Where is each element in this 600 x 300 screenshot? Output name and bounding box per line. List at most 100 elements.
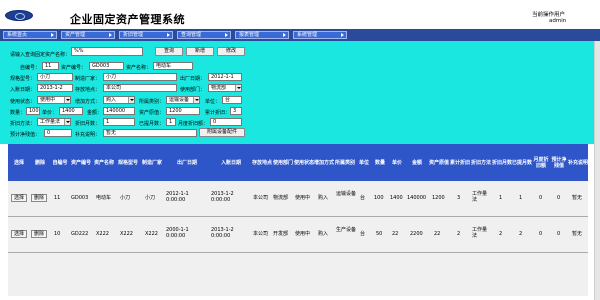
price-label: 单价：: [42, 110, 58, 116]
col-header-select: 选择: [13, 159, 24, 166]
nav-tab-query[interactable]: 查询管理: [177, 31, 231, 39]
cell-location: 本公司: [253, 231, 269, 237]
cell-asset-no: GD222: [71, 231, 89, 237]
chevron-down-icon: [235, 85, 241, 91]
col-header-status: 使用状态: [294, 159, 315, 166]
accum-label: 累计折旧：: [205, 110, 231, 116]
search-input[interactable]: %%: [71, 47, 143, 56]
col-header-maker: 制造厂家: [141, 159, 162, 166]
attach-button[interactable]: 附属设备配件: [199, 128, 245, 137]
arrow-right-icon: [167, 33, 170, 37]
dep-months-field[interactable]: 1: [103, 118, 135, 126]
table-row: 选择 删除 10 GD222 X222 X222 X222 2000-1-1 0…: [8, 217, 588, 252]
cell-id: 11: [54, 195, 61, 201]
nav-bar: 系统首页 资产管理 折旧管理 查询管理 报表管理 系统管理: [0, 29, 600, 41]
col-header-location: 存放地点: [252, 159, 273, 166]
col-header-orig: 资产原值: [428, 159, 449, 166]
cell-monthly-dep: 0: [539, 195, 543, 201]
arrow-right-icon: [341, 33, 344, 37]
chevron-down-icon: [64, 97, 70, 103]
col-header-amount: 金额: [411, 159, 422, 166]
used-months-field[interactable]: 1: [166, 118, 176, 126]
col-header-price: 单价: [391, 159, 402, 166]
spec-field[interactable]: 小刀: [37, 73, 73, 81]
new-button[interactable]: 新增: [186, 47, 214, 56]
monthly-dep-field[interactable]: 0: [210, 118, 242, 126]
orig-field[interactable]: 1200: [166, 107, 200, 115]
cell-account-date: 2013-1-2 0:00:00: [211, 191, 234, 203]
nav-tab-system[interactable]: 系统管理: [293, 31, 347, 39]
auto-no-field[interactable]: 11: [42, 62, 59, 70]
qty-field[interactable]: 100: [26, 107, 40, 115]
account-date-field[interactable]: 2013-1-2: [37, 84, 73, 92]
asset-no-field[interactable]: GD003: [89, 62, 124, 70]
cell-maker: 小刀: [145, 195, 156, 201]
price-field[interactable]: 1400: [59, 107, 83, 115]
note-field[interactable]: 暂无: [103, 129, 197, 137]
delete-button[interactable]: 删除: [31, 230, 47, 238]
cell-dep-method: 工作量法: [472, 227, 488, 239]
cell-used-months: 2: [519, 231, 523, 237]
col-header-asset-name: 资产名称: [93, 159, 114, 166]
category-select[interactable]: 运输设备: [166, 96, 200, 104]
chevron-down-icon: [193, 97, 199, 103]
location-field[interactable]: 本公司: [103, 84, 177, 92]
arrow-right-icon: [109, 33, 112, 37]
nav-tab-home[interactable]: 系统首页: [3, 31, 57, 39]
nav-tab-assets[interactable]: 资产管理: [61, 31, 115, 39]
cell-orig: 22: [434, 231, 441, 237]
select-button[interactable]: 选择: [11, 230, 27, 238]
cell-amount: 2200: [410, 231, 423, 237]
col-header-used-months: 已提月数: [512, 159, 533, 166]
add-method-select[interactable]: 购入: [103, 96, 135, 104]
unit-field[interactable]: 台: [222, 96, 242, 104]
col-header-factory-date: 出厂日期: [176, 159, 197, 166]
col-header-accum: 累计折旧: [450, 159, 471, 166]
col-header-monthly-dep: 月度折旧额: [533, 156, 549, 169]
cell-spec: 小刀: [120, 195, 131, 201]
used-months-label: 已提月数：: [139, 121, 165, 127]
dep-method-select[interactable]: 工作量法: [37, 118, 71, 126]
edit-button[interactable]: 修改: [217, 47, 245, 56]
asset-name-field[interactable]: 电动车: [153, 62, 193, 70]
factory-date-field[interactable]: 2012-1-1: [208, 73, 242, 81]
delete-button[interactable]: 删除: [31, 194, 47, 202]
orig-label: 资产原值：: [139, 110, 165, 116]
col-header-note: 补充说明: [568, 159, 589, 166]
row-divider: [8, 252, 588, 253]
cell-factory-date: 2012-1-1 0:00:00: [166, 191, 189, 203]
cell-category: 运输设备: [336, 191, 357, 197]
location-label: 存放地点：: [75, 87, 101, 93]
nav-tab-depreciation[interactable]: 折旧管理: [119, 31, 173, 39]
accum-field[interactable]: 3: [230, 107, 242, 115]
cell-spec: X222: [120, 231, 133, 237]
select-button[interactable]: 选择: [11, 194, 27, 202]
vertical-scrollbar[interactable]: [594, 41, 600, 300]
dept-select[interactable]: 物流部: [208, 84, 242, 92]
residual-label: 预计净残值：: [10, 132, 41, 138]
amount-label: 金额：: [87, 110, 103, 116]
cell-price: 1400: [390, 195, 403, 201]
spec-label: 规格型号：: [10, 76, 36, 82]
col-header-spec: 规格型号: [117, 159, 138, 166]
arrow-right-icon: [225, 33, 228, 37]
amount-field[interactable]: 140000: [103, 107, 135, 115]
current-user-label: 当前操作用户: [532, 12, 566, 18]
maker-field[interactable]: 小刀: [103, 73, 177, 81]
nav-tab-reports[interactable]: 报表管理: [235, 31, 289, 39]
cell-price: 22: [392, 231, 399, 237]
cell-dept: 物流部: [273, 195, 289, 201]
cell-note: 暂无: [572, 195, 583, 201]
cell-unit: 台: [360, 231, 366, 237]
cell-amount: 140000: [407, 195, 427, 201]
cell-asset-no: GD003: [71, 195, 89, 201]
query-button[interactable]: 查询: [155, 47, 183, 56]
col-header-delete: 删除: [34, 159, 45, 166]
cell-id: 10: [54, 231, 61, 237]
cell-factory-date: 2000-1-1 0:00:00: [166, 227, 189, 239]
status-select[interactable]: 使用中: [37, 96, 71, 104]
cell-dept: 开发部: [273, 231, 289, 237]
residual-field[interactable]: 0: [44, 129, 72, 137]
col-header-unit: 单位: [358, 159, 369, 166]
table-header: 选择 删除 自编号 资产编号 资产名称 规格型号 制造厂家 出厂日期 入账日期 …: [8, 144, 588, 181]
